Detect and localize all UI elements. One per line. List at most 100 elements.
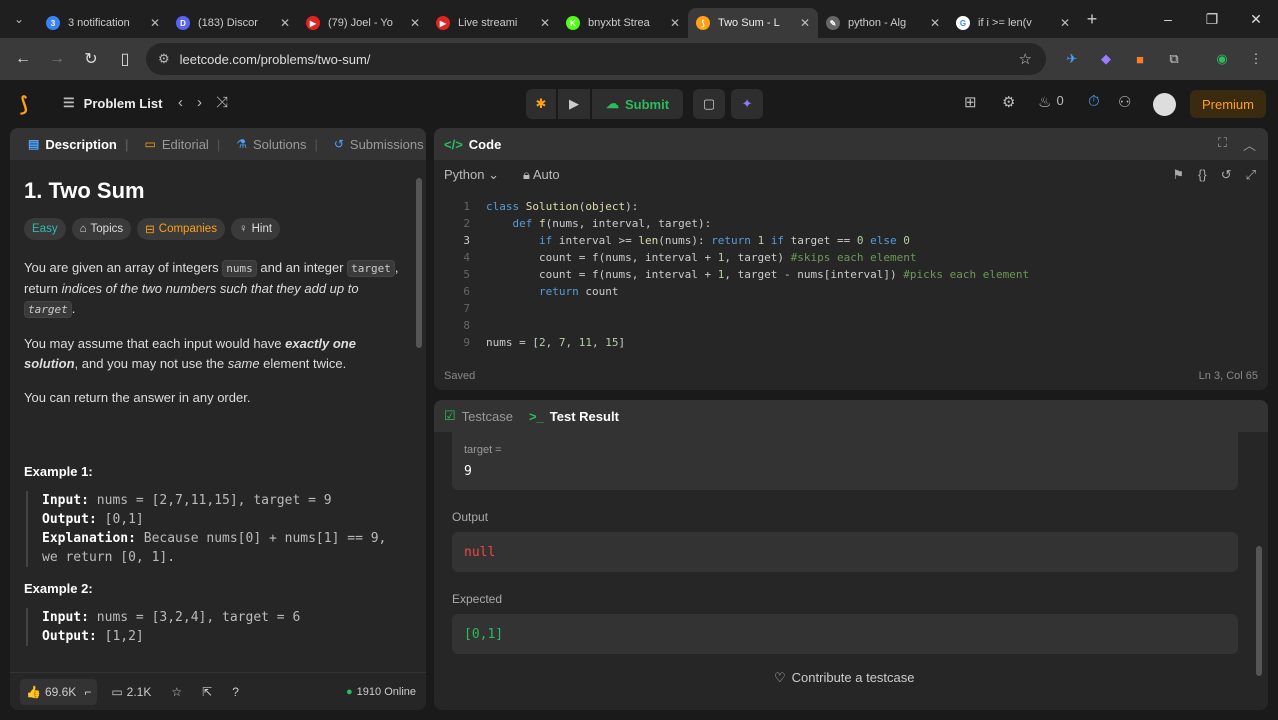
collapse-icon[interactable]: ︿ [1243,135,1256,154]
new-tab-button[interactable]: + [1078,9,1106,30]
inline-code: target [24,301,72,318]
result-body: target = 9 Output null Expected [0,1] [452,432,1238,654]
extension-icon[interactable]: ■ [1130,49,1150,69]
autocomplete-toggle[interactable]: 🔒︎ Auto [523,167,560,183]
example-1: Input: nums = [2,7,11,15], target = 9 Ou… [26,491,404,567]
tab-label: Test Result [549,408,619,424]
lightbulb-icon: ♀ [238,223,248,235]
close-window-icon[interactable]: ✕ [1234,11,1278,28]
profile-icon[interactable]: ◉ [1212,49,1232,69]
browser-menu-icon[interactable]: ⋮ [1246,49,1266,69]
favorite-star-icon[interactable]: ☆ [165,679,188,705]
reload-icon[interactable]: ↻ [74,49,108,69]
tab-solutions[interactable]: ⚗ Solutions | [228,137,326,152]
debug-icon[interactable]: ✱ [526,89,556,119]
tab-test-result[interactable]: >_ Test Result [529,409,619,424]
language-select[interactable]: Python ⌄ [444,167,499,183]
thumbs-down-icon: ⌐ [84,684,92,699]
tab-search-icon[interactable]: ⌄ [0,0,38,38]
browser-tab[interactable]: Gif i >= len(v ✕ [948,8,1078,38]
add-friend-icon[interactable]: ⚇ [1118,93,1131,111]
comments-button[interactable]: ▭ 2.1K [105,679,157,705]
settings-gear-icon[interactable]: ⚙ [1002,93,1015,111]
bookmark-star-icon[interactable]: ☆ [1019,50,1032,68]
next-problem-icon[interactable]: › [197,94,202,111]
tab-close-icon[interactable]: ✕ [1060,16,1070,30]
notes-icon[interactable]: ▢ [693,89,726,119]
output-value: null [452,532,1238,572]
fullscreen-icon[interactable]: ⛶ [1218,135,1227,154]
timer-icon[interactable]: ⏱ [1088,93,1100,110]
save-status: Saved [444,370,476,382]
maximize-icon[interactable]: ❐ [1190,11,1234,28]
difficulty-badge: Easy [24,218,66,240]
topics-chip[interactable]: ⌂ Topics [71,218,132,240]
inline-code: nums [222,260,257,277]
tab-favicon-icon: D [176,16,190,30]
terminal-icon: >_ [528,408,544,424]
expand-icon[interactable]: ⤢ [1246,167,1256,183]
tab-editorial[interactable]: ▭ Editorial | [137,137,229,152]
leetcode-logo[interactable]: ⟆ [20,92,42,116]
prev-problem-icon[interactable]: ‹ [178,94,183,111]
address-bar[interactable]: ⚙ leetcode.com/problems/two-sum/ ☆ [146,43,1046,75]
share-icon[interactable]: ⇱ [196,679,218,705]
layout-icon[interactable]: ⊞ [964,93,977,111]
minimize-icon[interactable]: – [1146,11,1190,28]
streak-counter[interactable]: ♨ 0 [1038,93,1064,111]
tab-testcase[interactable]: ☑ Testcase [444,408,513,424]
user-avatar[interactable] [1153,93,1176,116]
reset-icon[interactable]: ↺ [1221,167,1232,183]
browser-tab[interactable]: Kbnyxbt Strea ✕ [558,8,688,38]
browser-tab[interactable]: D (183) Discor ✕ [168,8,298,38]
help-icon[interactable]: ? [226,679,245,705]
text-italic: same [227,356,260,371]
tab-close-icon[interactable]: ✕ [930,16,940,30]
back-icon[interactable]: ← [6,50,40,68]
hint-chip[interactable]: ♀ Hint [230,218,281,240]
tab-close-icon[interactable]: ✕ [150,16,160,30]
forward-icon[interactable]: → [40,50,74,68]
contribute-testcase-link[interactable]: ♡ Contribute a testcase [774,670,915,686]
tab-description[interactable]: ▤ Description | [20,137,137,152]
tab-submissions[interactable]: ↺ Submissions [326,137,426,152]
browser-tab[interactable]: 3 3 notification ✕ [38,8,168,38]
target-input-box: target = 9 [452,432,1238,490]
tab-close-icon[interactable]: ✕ [540,16,550,30]
extension-icon[interactable]: ◆ [1096,49,1116,69]
extension-icon[interactable]: ✈ [1062,49,1082,69]
text-italic: indices of the two numbers such that the… [61,281,359,296]
bookmark-icon[interactable]: ⚑ [1172,167,1184,183]
premium-button[interactable]: Premium [1190,90,1266,118]
problem-statement: You are given an array of integers nums … [24,258,404,320]
browser-tab[interactable]: ▶ (79) Joel - Yo ✕ [298,8,428,38]
result-scrollbar[interactable] [1256,436,1262,686]
sidebar-icon[interactable]: ▯ [108,49,142,69]
tab-close-icon[interactable]: ✕ [800,16,810,30]
shuffle-icon[interactable]: ⤨ [216,94,228,111]
problem-list-link[interactable]: ☰ Problem List [63,95,162,111]
site-info-icon[interactable]: ⚙ [158,51,170,67]
extensions-puzzle-icon[interactable]: ⧉ [1164,49,1184,69]
value: we return [0, 1]. [42,550,176,565]
braces-icon[interactable]: {} [1198,167,1207,183]
mode-label: Auto [532,167,560,182]
browser-tab[interactable]: ▶ Live streami ✕ [428,8,558,38]
run-button[interactable]: ▶ [558,89,590,119]
browser-tab[interactable]: ✎ python - Alg ✕ [818,8,948,38]
tab-close-icon[interactable]: ✕ [280,16,290,30]
like-button[interactable]: 👍 69.6K ⌐ [20,678,98,705]
browser-tab-strip: ⌄ 3 3 notification ✕ D (183) Discor ✕ ▶ (79) Jo… [0,0,1278,38]
browser-tab[interactable]: ⟆ Two Sum - L ✕ [688,8,818,38]
tab-close-icon[interactable]: ✕ [410,16,420,30]
tab-close-icon[interactable]: ✕ [670,16,680,30]
submit-button[interactable]: ☁ Submit [592,89,684,119]
ai-sparkle-icon[interactable]: ✦ [731,89,764,119]
chip-label: Topics [90,223,124,235]
lock-icon: 🔒︎ [523,167,533,182]
history-icon: ↺ [333,137,344,151]
companies-chip[interactable]: ⊟ Companies [137,218,225,240]
code-editor[interactable]: 1 class Solution(object): 2 def f(nums, i… [434,198,1254,351]
description-scrollbar[interactable] [416,168,422,668]
flame-icon: ♨ [1038,94,1052,111]
